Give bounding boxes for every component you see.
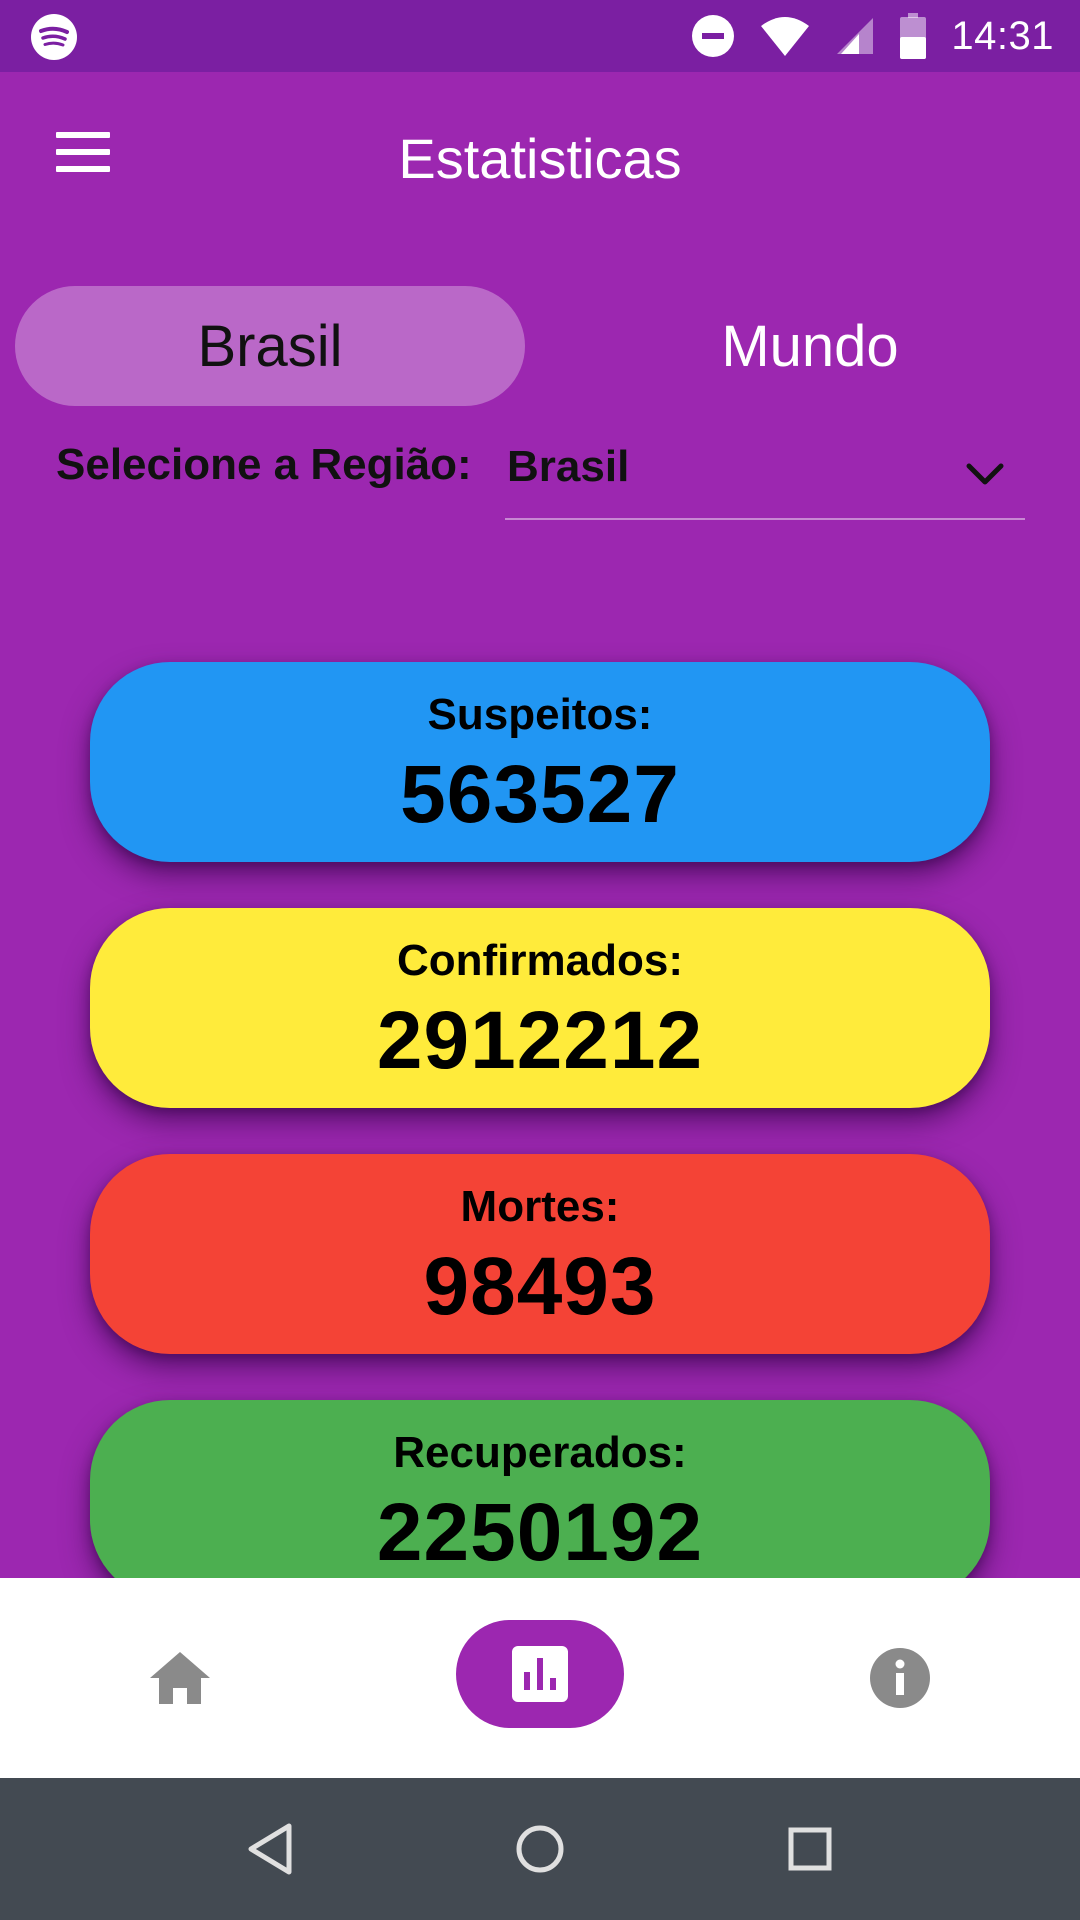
home-circle-icon[interactable]: [505, 1814, 575, 1884]
home-icon: [150, 1652, 210, 1704]
stat-label: Confirmados:: [397, 936, 683, 985]
stat-value: 563527: [400, 749, 680, 840]
stat-label: Mortes:: [460, 1182, 620, 1231]
bar-chart-icon: [512, 1646, 568, 1702]
system-nav-bar: [0, 1778, 1080, 1920]
stat-value: 2912212: [376, 995, 704, 1086]
nav-info-button[interactable]: [850, 1578, 950, 1778]
stat-label: Recuperados:: [393, 1428, 687, 1477]
recents-icon[interactable]: [775, 1814, 845, 1884]
bottom-nav: [0, 1578, 1080, 1778]
stat-value: 98493: [423, 1241, 657, 1332]
stat-card-recuperados: Recuperados: 2250192: [90, 1400, 990, 1578]
stat-card-mortes: Mortes: 98493: [90, 1154, 990, 1354]
stat-card-suspeitos: Suspeitos: 563527: [90, 662, 990, 862]
info-icon: [870, 1648, 930, 1708]
back-icon[interactable]: [235, 1814, 305, 1884]
stat-value: 2250192: [376, 1487, 704, 1578]
stat-card-confirmados: Confirmados: 2912212: [90, 908, 990, 1108]
nav-stats-button[interactable]: [456, 1620, 624, 1728]
stats-list[interactable]: Suspeitos: 563527 Confirmados: 2912212 M…: [0, 0, 1080, 1578]
stat-label: Suspeitos:: [427, 690, 653, 739]
nav-home-button[interactable]: [130, 1578, 230, 1778]
